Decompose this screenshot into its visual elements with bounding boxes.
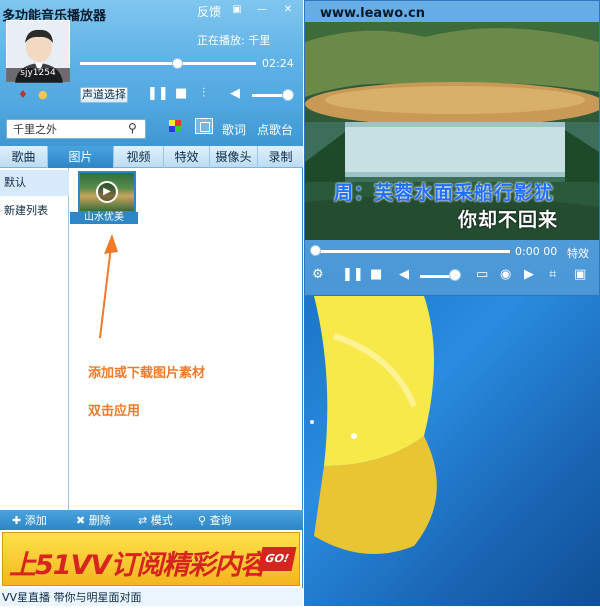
footer-bar: VV星直播 带你与明星面对面 xyxy=(0,588,303,606)
pause-icon[interactable]: ❚❚ xyxy=(147,86,169,101)
channel-select-button[interactable]: 声道选择 xyxy=(80,87,128,103)
user-name: sjy1254 xyxy=(6,68,70,82)
screen-icon[interactable]: ▭ xyxy=(476,267,488,282)
watermark-text: www.leawo.cn xyxy=(320,6,426,21)
subscribe-banner[interactable]: 上51VV订阅精彩内容 GO! xyxy=(2,532,300,586)
progress-bar[interactable] xyxy=(80,58,256,69)
video-pause-icon[interactable]: ❚❚ xyxy=(342,267,364,282)
time-display: 02:24 xyxy=(262,57,294,70)
crop-icon[interactable]: ⌗ xyxy=(549,267,556,282)
tab-camera[interactable]: 摄像头 xyxy=(210,146,258,168)
desktop-background xyxy=(304,296,600,606)
video-time-display: 0:00 00 xyxy=(515,245,558,258)
lyric-line-next: 你却不回来 xyxy=(458,209,559,231)
search-input[interactable] xyxy=(6,119,146,139)
progress-fill xyxy=(80,62,177,65)
mode-icon: ⇄ xyxy=(138,514,151,527)
tab-videos[interactable]: 视频 xyxy=(114,146,164,168)
gem-icon[interactable]: ♦ xyxy=(18,88,28,101)
video-volume-icon[interactable]: ◀ xyxy=(399,267,409,282)
feedback-button[interactable]: 反馈 xyxy=(197,3,221,20)
video-progress-handle[interactable] xyxy=(310,245,321,256)
hint-double-click: 双击应用 xyxy=(88,404,141,419)
mode-button[interactable]: ⇄ 模式 xyxy=(138,512,173,528)
footer-text[interactable]: VV星直播 带你与明星面对面 xyxy=(2,589,142,605)
music-player-window: 多功能音乐播放器 反馈 ▣ — ✕ sjy1254 正在播放: 千里 02:24… xyxy=(0,0,303,606)
video-stop-icon[interactable]: ■ xyxy=(370,267,382,282)
query-button[interactable]: ⚲ 查询 xyxy=(198,512,232,528)
close-icon[interactable]: ✕ xyxy=(281,3,295,16)
camera-lens-icon[interactable]: ◉ xyxy=(500,267,511,282)
playlist-sidebar: 默认 新建列表 xyxy=(0,168,69,510)
song-request-button[interactable]: 点歌台 xyxy=(257,121,293,138)
add-button[interactable]: ✚ 添加 xyxy=(12,512,47,528)
tab-bar: 歌曲 图片 视频 特效 摄像头 录制 xyxy=(0,146,303,168)
tab-record[interactable]: 录制 xyxy=(258,146,303,168)
banner-text: 上51VV订阅精彩内容 xyxy=(9,550,267,581)
video-effects-button[interactable]: 特效 xyxy=(567,245,589,261)
equalizer-icon[interactable]: ⫶ xyxy=(202,86,205,101)
bottom-toolbar: ✚ 添加 ✖ 删除 ⇄ 模式 ⚲ 查询 xyxy=(0,510,303,530)
video-volume-handle[interactable] xyxy=(449,269,461,281)
video-progress-bar[interactable] xyxy=(314,250,510,253)
now-playing-text: 正在播放: 千里 xyxy=(197,34,271,47)
video-camera-icon[interactable]: ▶ xyxy=(524,267,534,282)
search-icon[interactable]: ⚲ xyxy=(128,121,137,135)
user-icon[interactable]: ● xyxy=(38,88,48,101)
banner-go-badge: GO! xyxy=(257,547,297,571)
desktop-wallpaper xyxy=(310,296,437,554)
delete-icon: ✖ xyxy=(76,514,89,527)
lyrics-button[interactable]: 歌词 xyxy=(222,121,246,138)
query-icon: ⚲ xyxy=(198,514,210,527)
color-palette-icon[interactable] xyxy=(169,120,181,132)
volume-icon[interactable]: ◀ xyxy=(230,86,240,101)
minimize-icon[interactable]: — xyxy=(255,3,269,16)
display-mode-icon[interactable] xyxy=(195,118,213,134)
delete-button[interactable]: ✖ 删除 xyxy=(76,512,111,528)
tab-songs[interactable]: 歌曲 xyxy=(0,146,48,168)
tab-effects[interactable]: 特效 xyxy=(164,146,210,168)
progress-handle[interactable] xyxy=(171,58,183,69)
list-item-new-list[interactable]: 新建列表 xyxy=(0,198,69,224)
stop-icon[interactable]: ■ xyxy=(175,86,187,101)
skin-settings-icon[interactable]: ▣ xyxy=(230,3,244,16)
hint-add-pictures: 添加或下载图片素材 xyxy=(88,366,206,381)
settings-gear-icon[interactable]: ⚙ xyxy=(312,267,324,282)
list-item-default[interactable]: 默认 xyxy=(0,170,69,196)
player-header: 多功能音乐播放器 反馈 ▣ — ✕ sjy1254 正在播放: 千里 02:24… xyxy=(0,0,303,112)
window-settings-icon[interactable]: ▣ xyxy=(574,267,586,282)
lyric-line-current: 周：芙蓉水面采船行影犹 xyxy=(334,182,555,204)
plus-icon: ✚ xyxy=(12,514,25,527)
tab-pictures[interactable]: 图片 xyxy=(48,146,114,168)
volume-handle[interactable] xyxy=(282,89,294,101)
hint-arrow xyxy=(99,234,118,339)
